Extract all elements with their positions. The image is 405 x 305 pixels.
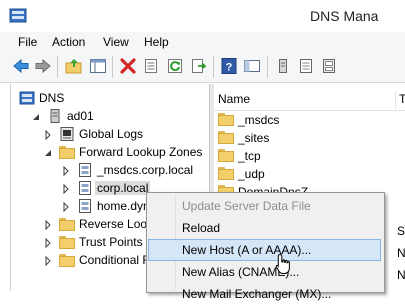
collapsed-arrow-icon[interactable] [44,238,52,248]
dns-server-icon[interactable] [274,57,292,75]
window-title: DNS Mana [310,8,379,24]
clipped-column-text: N [397,268,405,282]
folder-icon [59,236,75,249]
menu-item-new-host[interactable]: New Host (A or AAAA)... [148,239,381,261]
folder-icon [218,131,234,144]
toolbar-separator [213,56,214,78]
refresh-icon[interactable] [166,57,184,75]
folder-icon [218,167,234,180]
menu-item-label: Update Server Data File [182,199,311,213]
menu-item-new-alias[interactable]: New Alias (CNAME)... [148,261,381,283]
svg-text:?: ? [226,62,233,74]
domain-icon[interactable] [320,57,338,75]
tree-label-trust-points: Trust Points [79,235,143,249]
folder-icon [218,113,234,126]
tree-node-dns[interactable]: DNS [19,90,169,108]
toolbar-separator [267,56,268,78]
tree-label-corp-local: corp.local [95,181,151,195]
tree-label-home-dyn: home.dyn [97,199,150,213]
folder-up-icon[interactable] [65,57,83,75]
title-bar: DNS Mana [0,0,405,32]
tree-node-msdcs-zone[interactable]: _msdcs.corp.local [19,162,209,180]
toolbar: ? [0,52,405,83]
collapsed-arrow-icon[interactable] [44,220,52,230]
expanded-arrow-icon[interactable] [44,148,52,158]
column-header-name[interactable]: Name [218,92,250,106]
logs-icon [60,127,74,141]
collapsed-arrow-icon[interactable] [62,184,70,194]
toolbar-separator [112,56,113,78]
tree-node-ad01[interactable]: ad01 [19,108,169,126]
folder-icon [59,146,75,159]
tree-label-reverse-lookup-zones: Reverse Look [79,217,154,231]
list-item-label: _tcp [238,149,261,163]
tree-label-ad01: ad01 [67,109,94,123]
back-arrow-icon[interactable] [12,57,30,75]
zone-records-icon[interactable] [297,57,315,75]
collapsed-arrow-icon[interactable] [44,130,52,140]
dns-root-icon [19,91,35,105]
collapsed-arrow-icon[interactable] [44,256,52,266]
menu-item-new-mail-exchanger[interactable]: New Mail Exchanger (MX)... [148,283,381,305]
tree-label-conditional-forwarders: Conditional F [79,253,150,267]
menu-item-update-server-data-file: Update Server Data File [148,195,381,217]
column-header-type[interactable]: T [399,92,405,106]
show-hide-tree-icon[interactable] [89,57,107,75]
menu-action[interactable]: Action [52,35,85,49]
clipped-column-text: S [397,224,405,238]
tree-label-forward-lookup-zones: Forward Lookup Zones [79,145,203,159]
menu-help[interactable]: Help [144,35,169,49]
collapsed-arrow-icon[interactable] [62,202,70,212]
menu-item-label: Reload [182,221,221,235]
folder-icon [59,254,75,267]
tree-node-global-logs[interactable]: Global Logs [19,126,199,144]
collapsed-arrow-icon[interactable] [62,166,70,176]
forward-arrow-icon[interactable] [34,57,52,75]
tree-label-msdcs-zone: _msdcs.corp.local [97,163,194,177]
hand-cursor-icon [275,253,290,274]
menu-item-reload[interactable]: Reload [148,217,381,239]
expanded-arrow-icon[interactable] [32,112,40,122]
column-divider[interactable] [395,91,396,109]
delete-icon[interactable] [119,57,137,75]
export-list-icon[interactable] [190,57,208,75]
list-item-label: _sites [238,131,270,145]
zone-icon [79,163,91,177]
context-menu: Update Server Data File Reload New Host … [146,192,385,301]
list-header: Name T [214,88,405,111]
menu-bar: File Action View Help [0,32,405,52]
menu-view[interactable]: View [103,35,129,49]
toolbar-separator [57,56,58,78]
clipped-column-text: N [397,246,405,260]
zone-icon [79,181,91,195]
folder-icon [218,149,234,162]
console-tree-icon[interactable] [243,57,261,75]
server-icon [50,109,60,123]
menu-file[interactable]: File [18,35,37,49]
menu-item-label: New Mail Exchanger (MX)... [182,287,332,301]
zone-icon [79,199,91,213]
tree-node-forward-lookup-zones[interactable]: Forward Lookup Zones [19,144,209,162]
list-item-label: _msdcs [238,113,280,127]
help-icon[interactable]: ? [220,57,238,75]
dns-manager-app-icon [9,8,27,23]
tree-label-dns: DNS [39,91,65,105]
folder-icon [59,218,75,231]
properties-icon[interactable] [142,57,160,75]
tree-label-global-logs: Global Logs [79,127,144,141]
list-item-label: _udp [238,167,265,181]
